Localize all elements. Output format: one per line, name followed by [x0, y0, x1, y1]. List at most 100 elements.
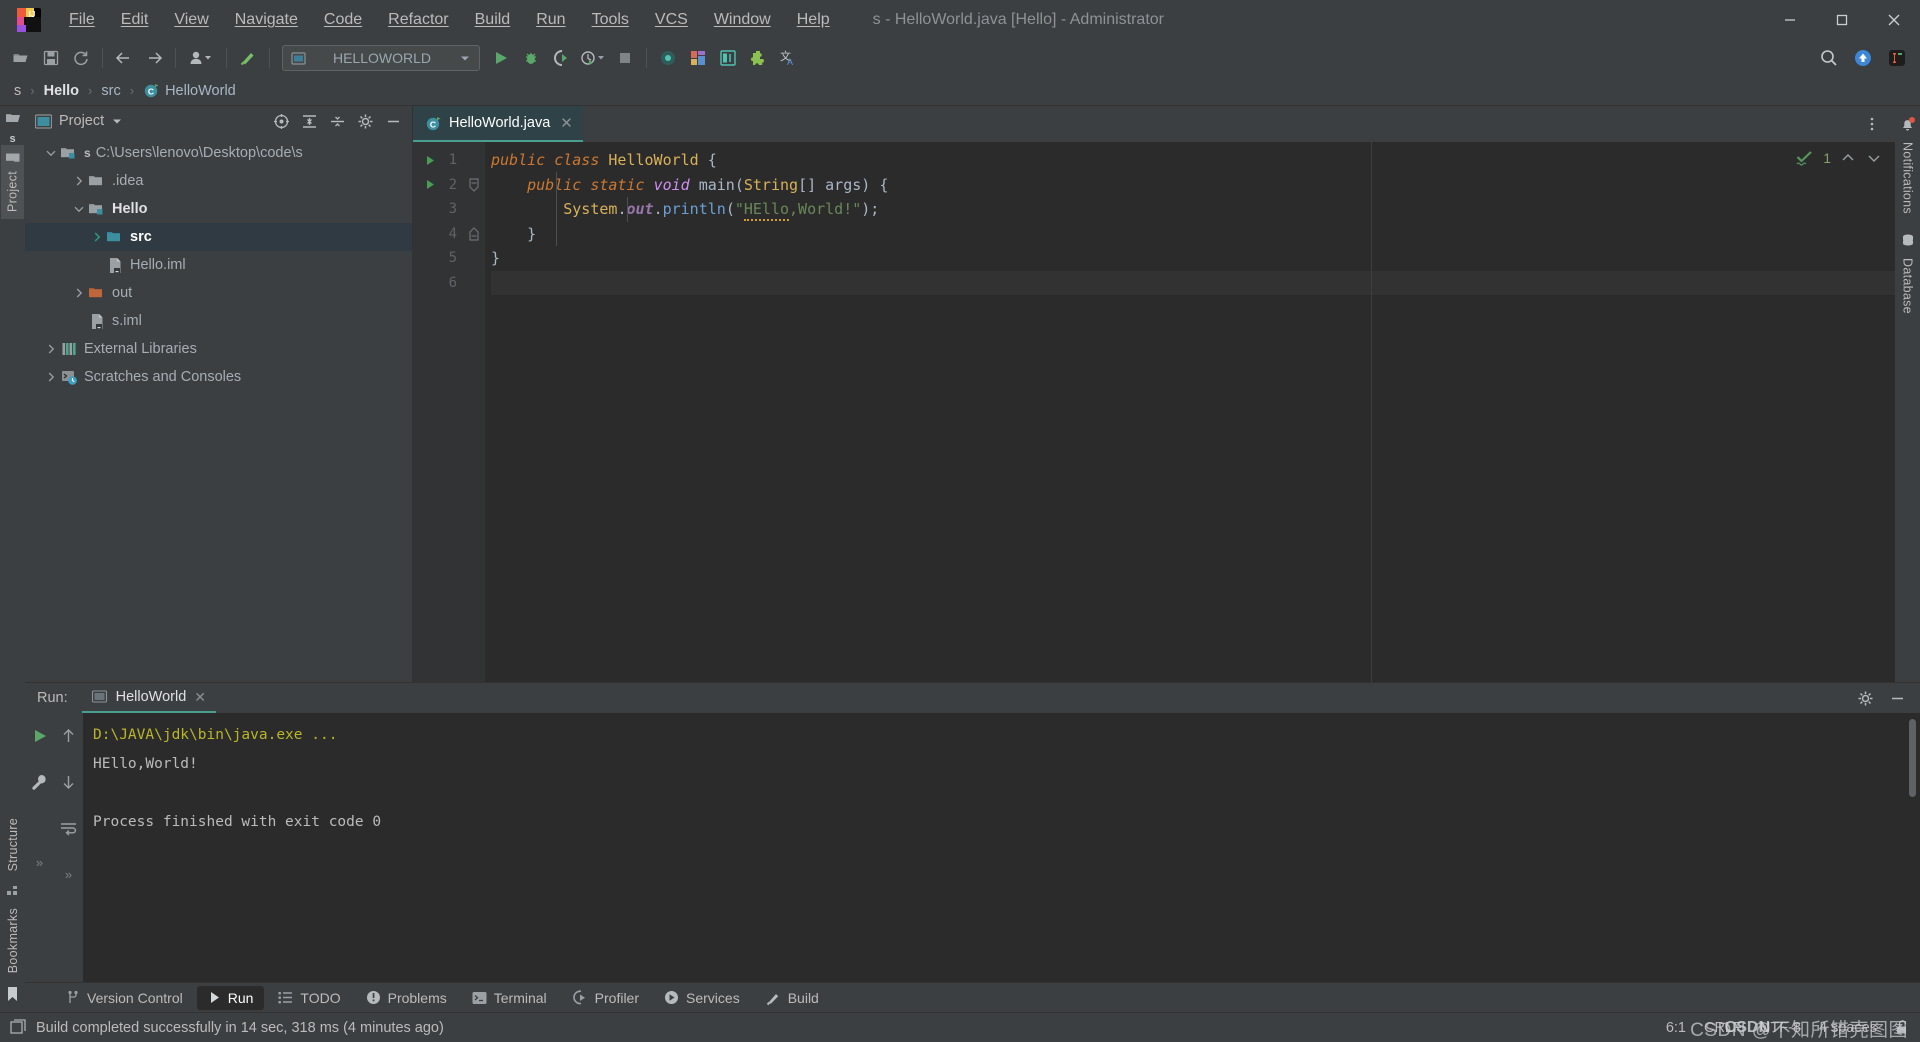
menu-item-edit[interactable]: Edit	[108, 6, 162, 34]
tree-node-src[interactable]: src	[25, 223, 412, 251]
chevron-down-icon[interactable]	[1867, 151, 1881, 165]
tab-profiler[interactable]: Profiler	[561, 986, 650, 1010]
translate-icon[interactable]: 文A	[773, 44, 803, 72]
chevron-down-icon[interactable]	[71, 204, 87, 214]
profile-clock-icon[interactable]	[576, 44, 610, 72]
chevron-right-icon[interactable]	[43, 372, 59, 382]
hide-minus-icon[interactable]	[1884, 686, 1910, 710]
inspect-icon[interactable]	[713, 44, 743, 72]
tree-node-project-root[interactable]: s C:\Users\lenovo\Desktop\code\s	[25, 139, 412, 167]
menu-item-build[interactable]: Build	[462, 6, 524, 34]
menu-item-view[interactable]: View	[161, 6, 221, 34]
bell-notification-icon[interactable]	[1899, 112, 1916, 135]
console-scrollbar[interactable]	[1909, 719, 1916, 797]
tree-node-hello-module[interactable]: Hello	[25, 195, 412, 223]
close-button[interactable]	[1868, 0, 1920, 40]
run-play-icon[interactable]	[486, 44, 516, 72]
tab-run[interactable]: Run	[196, 985, 265, 1010]
sync-refresh-icon[interactable]	[66, 44, 96, 72]
structure-icon[interactable]	[6, 879, 20, 901]
hide-minus-icon[interactable]	[380, 109, 406, 133]
rerun-play-icon[interactable]	[25, 721, 55, 751]
menu-item-code[interactable]: Code	[311, 6, 375, 34]
sidebar-item-project[interactable]: Project	[1, 145, 24, 220]
tree-node-idea[interactable]: .idea	[25, 167, 412, 195]
expand-right-icon[interactable]: »	[25, 847, 55, 877]
minimize-button[interactable]	[1764, 0, 1816, 40]
menu-item-refactor[interactable]: Refactor	[375, 6, 461, 34]
sidebar-item-bookmarks[interactable]: Bookmarks	[2, 901, 24, 980]
breadcrumb-item-project[interactable]: s	[8, 81, 27, 101]
soft-wrap-icon[interactable]	[54, 813, 84, 843]
breadcrumb-item-src[interactable]: src	[95, 81, 126, 101]
sidebar-item-structure[interactable]: Structure	[2, 811, 24, 878]
menu-item-run[interactable]: Run	[523, 6, 578, 34]
editor-content[interactable]: 1 2 3 4 5 6 public class HelloWorld {pu…	[413, 142, 1895, 682]
fold-open-icon[interactable]	[463, 173, 485, 198]
chevron-up-icon[interactable]	[1841, 151, 1855, 165]
chevron-right-icon[interactable]	[43, 344, 59, 354]
caret-position[interactable]: 6:1	[1666, 1020, 1686, 1036]
menu-item-navigate[interactable]: Navigate	[222, 6, 311, 34]
navigate-forward-icon[interactable]	[139, 44, 169, 72]
search-everywhere-icon[interactable]	[1814, 44, 1844, 72]
run-play-icon[interactable]	[425, 179, 436, 190]
more-vertical-icon[interactable]	[1859, 112, 1885, 136]
run-configuration-selector[interactable]: HELLOWORLD	[282, 45, 480, 71]
close-icon[interactable]: ✕	[560, 114, 573, 132]
run-tab-helloworld[interactable]: HelloWorld ✕	[81, 683, 217, 713]
collapse-all-icon[interactable]	[324, 109, 350, 133]
chevron-down-icon[interactable]	[455, 44, 475, 72]
project-s-icon[interactable]: s	[9, 133, 15, 145]
editor-gutter[interactable]: 1 2 3 4 5 6	[413, 142, 463, 682]
debug-bug-icon[interactable]	[516, 44, 546, 72]
inspection-widget[interactable]: 1	[1796, 150, 1881, 166]
run-play-icon[interactable]	[425, 155, 436, 166]
breadcrumb-item-class[interactable]: C HelloWorld	[137, 80, 242, 101]
fold-close-icon[interactable]	[463, 222, 485, 247]
editor-fold-column[interactable]	[463, 142, 485, 682]
build-hammer-icon[interactable]	[233, 44, 263, 72]
run-with-coverage-icon[interactable]	[546, 44, 576, 72]
sidebar-item-notifications[interactable]: Notifications	[1897, 135, 1919, 221]
open-file-icon[interactable]	[5, 110, 21, 124]
tab-terminal[interactable]: Terminal	[461, 986, 558, 1010]
layout-blocks-icon[interactable]	[683, 44, 713, 72]
run-console-output[interactable]: D:\JAVA\jdk\bin\java.exe ... HEllo,World…	[83, 713, 1920, 982]
select-opened-file-icon[interactable]	[268, 109, 294, 133]
maximize-button[interactable]	[1816, 0, 1868, 40]
chevron-right-icon[interactable]	[89, 232, 105, 242]
menu-item-tools[interactable]: Tools	[579, 6, 642, 34]
bookmark-icon[interactable]	[6, 980, 19, 1012]
editor-code[interactable]: public class HelloWorld { public static …	[485, 142, 1895, 682]
database-icon[interactable]	[1900, 221, 1916, 251]
save-all-icon[interactable]	[36, 44, 66, 72]
tree-node-s-iml[interactable]: s.iml	[25, 307, 412, 335]
tree-node-scratches[interactable]: Scratches and Consoles	[25, 363, 412, 391]
indent-setting[interactable]: 4 spaces	[1819, 1020, 1877, 1036]
plugin-puzzle-icon[interactable]	[743, 44, 773, 72]
settings-gear-icon[interactable]	[352, 109, 378, 133]
open-folder-icon[interactable]	[6, 44, 36, 72]
settings-gear-icon[interactable]	[1852, 686, 1878, 710]
expand-right-2-icon[interactable]: »	[54, 859, 84, 889]
unlocked-icon[interactable]	[1895, 1019, 1910, 1036]
tree-node-out[interactable]: out	[25, 279, 412, 307]
navigate-back-icon[interactable]	[109, 44, 139, 72]
close-icon[interactable]: ✕	[194, 689, 206, 706]
expand-all-icon[interactable]	[296, 109, 322, 133]
chevron-down-icon[interactable]	[111, 115, 123, 127]
menu-item-help[interactable]: Help	[784, 6, 843, 34]
user-account-icon[interactable]	[182, 44, 220, 72]
tree-node-hello-iml[interactable]: Hello.iml	[25, 251, 412, 279]
up-arrow-icon[interactable]	[54, 721, 84, 751]
tree-node-external-libraries[interactable]: External Libraries	[25, 335, 412, 363]
ide-launch-icon[interactable]	[1882, 44, 1912, 72]
tab-services[interactable]: Services	[653, 986, 751, 1010]
menu-item-vcs[interactable]: VCS	[642, 6, 701, 34]
event-log-icon[interactable]	[10, 1019, 27, 1036]
database-dot-icon[interactable]	[653, 44, 683, 72]
editor-tab-helloworld[interactable]: C HelloWorld.java ✕	[413, 106, 583, 142]
stop-square-icon[interactable]	[610, 44, 640, 72]
menu-item-file[interactable]: File	[56, 6, 108, 34]
